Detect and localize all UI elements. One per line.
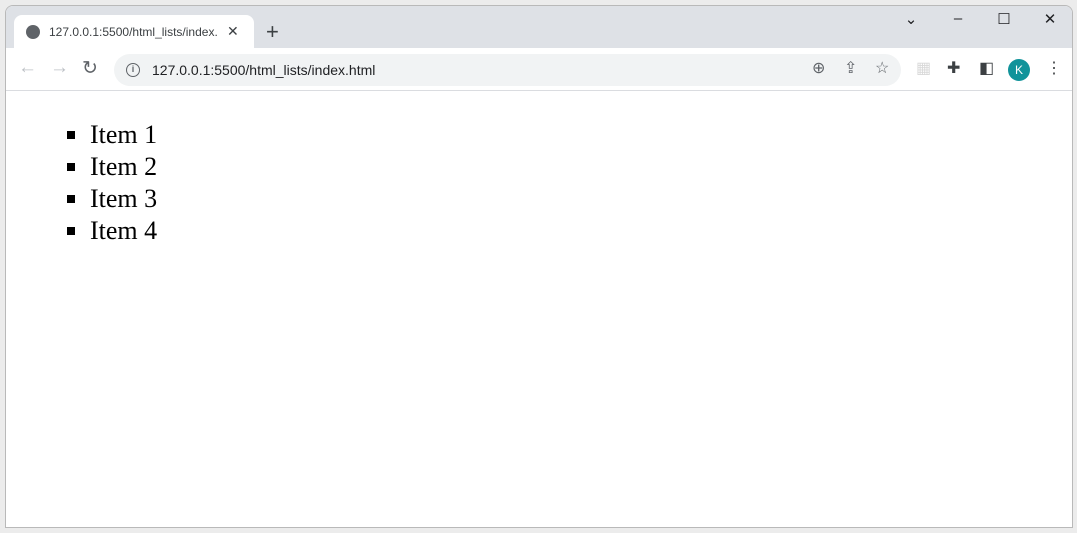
list-item: Item 4	[67, 215, 157, 247]
info-icon[interactable]: i	[126, 63, 140, 77]
maximize-button[interactable]: ☐	[984, 10, 1024, 28]
tab-strip: 127.0.0.1:5500/html_lists/index.html ✕ +…	[6, 6, 1072, 48]
square-bullet-icon	[67, 131, 75, 139]
item-list: Item 1 Item 2 Item 3 Item 4	[67, 119, 157, 247]
close-tab-icon[interactable]: ✕	[227, 23, 239, 40]
share-icon[interactable]: ⇪	[844, 58, 857, 78]
globe-icon	[26, 24, 40, 39]
square-bullet-icon	[67, 195, 75, 203]
url-text[interactable]: 127.0.0.1:5500/html_lists/index.html	[152, 62, 375, 78]
list-item: Item 1	[67, 119, 157, 151]
list-item: Item 2	[67, 151, 157, 183]
bookmark-star-icon[interactable]: ☆	[875, 58, 889, 78]
extension-icon[interactable]: ▦	[916, 58, 931, 78]
zoom-icon[interactable]: ⊕	[812, 58, 825, 78]
forward-arrow-icon[interactable]: →	[50, 57, 69, 79]
list-item: Item 3	[67, 183, 157, 215]
minimize-button[interactable]: –	[938, 10, 978, 27]
toolbar: ← → ↻ i 127.0.0.1:5500/html_lists/index.…	[6, 48, 1072, 91]
tab-search-chevron-down-icon[interactable]: ⌄	[891, 10, 931, 28]
browser-window: 127.0.0.1:5500/html_lists/index.html ✕ +…	[5, 5, 1073, 528]
close-window-button[interactable]: ✕	[1030, 10, 1070, 28]
square-bullet-icon	[67, 163, 75, 171]
address-bar[interactable]: i 127.0.0.1:5500/html_lists/index.html	[114, 54, 901, 86]
reload-icon[interactable]: ↻	[82, 57, 98, 80]
page-content: Item 1 Item 2 Item 3 Item 4	[6, 92, 1072, 527]
avatar[interactable]: K	[1008, 59, 1030, 81]
menu-kebab-icon[interactable]: ⋮	[1046, 58, 1062, 78]
square-bullet-icon	[67, 227, 75, 235]
puzzle-icon[interactable]: ✚	[947, 58, 960, 78]
tab-title: 127.0.0.1:5500/html_lists/index.html	[49, 24, 217, 39]
side-panel-icon[interactable]: ◧	[979, 58, 994, 78]
tab-active[interactable]: 127.0.0.1:5500/html_lists/index.html ✕	[14, 15, 254, 48]
new-tab-button[interactable]: +	[266, 19, 279, 45]
back-arrow-icon[interactable]: ←	[18, 57, 37, 79]
